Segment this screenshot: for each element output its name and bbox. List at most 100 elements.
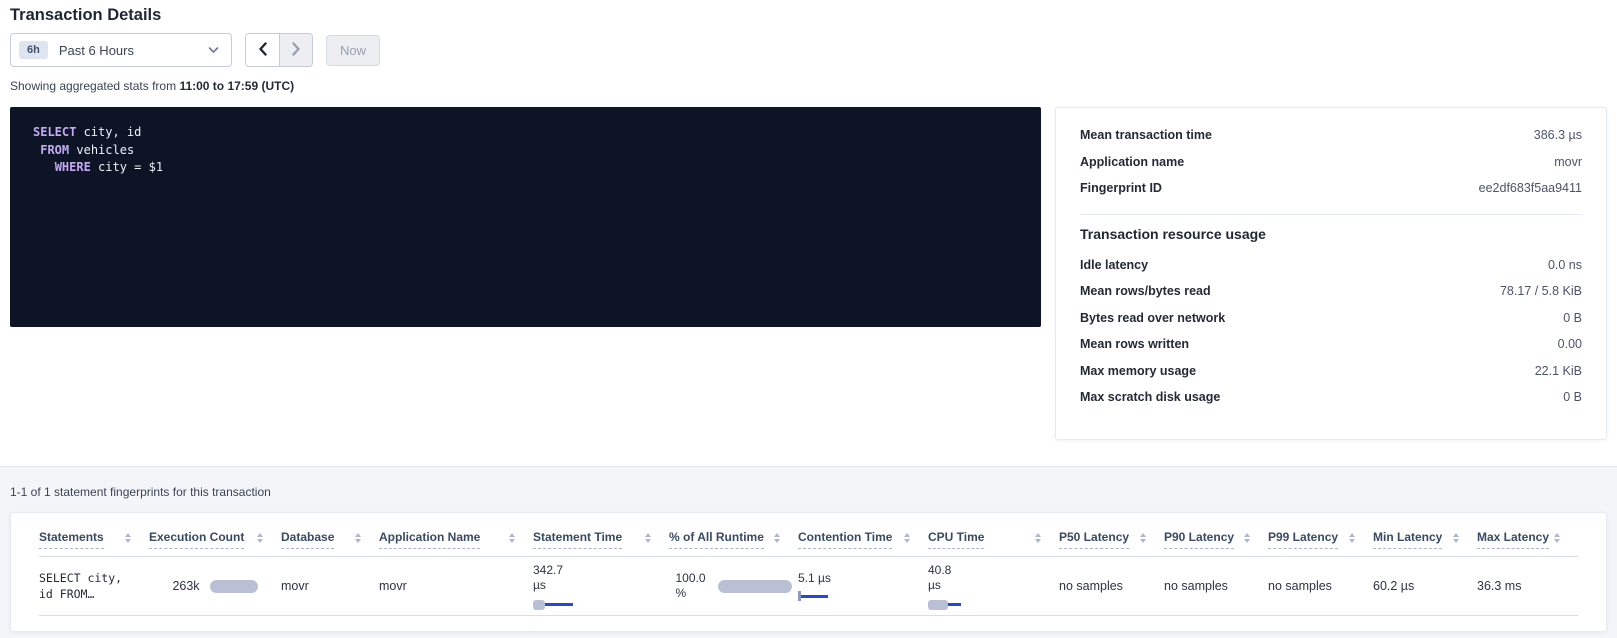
summary-label: Application name	[1080, 155, 1184, 169]
contention-time-cell: 5.1 µs	[798, 557, 928, 615]
next-interval-button[interactable]	[279, 34, 312, 66]
database-value: movr	[281, 579, 379, 593]
percent-runtime-cell: 100.0 %	[669, 557, 798, 615]
cpu-time-value: 40.8	[928, 563, 1059, 578]
column-header-execution-count[interactable]: Execution Count	[149, 530, 281, 556]
cpu-time-bar	[928, 600, 962, 610]
summary-value: 0 B	[1563, 390, 1582, 404]
contention-time-value: 5.1 µs	[798, 571, 928, 586]
p50-latency-cell: no samples	[1059, 557, 1164, 615]
statements-table: Statements Execution Count Database Appl…	[10, 512, 1607, 632]
time-controls: 6h Past 6 Hours Now	[10, 33, 380, 67]
column-header-min-latency[interactable]: Min Latency	[1373, 530, 1477, 556]
chevron-down-icon	[208, 46, 219, 54]
sort-icon[interactable]	[1244, 533, 1250, 547]
percent-runtime-value: 100.0	[675, 571, 705, 586]
now-button[interactable]: Now	[326, 35, 380, 66]
transaction-sql-box: SELECT city, id FROM vehicles WHERE city…	[10, 107, 1041, 327]
summary-row-mean-rows-written: Mean rows written 0.00	[1080, 331, 1582, 358]
p99-latency-cell: no samples	[1268, 557, 1373, 615]
cpu-time-cell: 40.8 µs	[928, 557, 1059, 615]
contention-time-bar	[798, 591, 830, 601]
summary-value: ee2df683f5aa9411	[1479, 181, 1582, 195]
column-header-cpu-time[interactable]: CPU Time	[928, 530, 1059, 556]
column-header-statement-time[interactable]: Statement Time	[533, 530, 669, 556]
summary-label: Fingerprint ID	[1080, 181, 1162, 195]
summary-row-bytes-read-over-network: Bytes read over network 0 B	[1080, 305, 1582, 332]
sql-keyword: SELECT	[33, 125, 76, 139]
summary-label: Mean rows written	[1080, 337, 1189, 351]
column-header-percent-runtime[interactable]: % of All Runtime	[669, 530, 798, 556]
sort-icon[interactable]	[1140, 533, 1146, 547]
summary-value: 78.17 / 5.8 KiB	[1500, 284, 1582, 298]
execution-count-value: 263k	[172, 579, 199, 593]
cpu-time-unit: µs	[928, 578, 1059, 593]
sort-icon[interactable]	[509, 533, 515, 547]
statement-row: SELECT city, id FROM… 263k movr movr 342…	[39, 557, 1578, 616]
transaction-details-page: Transaction Details 6h Past 6 Hours Now …	[0, 0, 1617, 638]
summary-row-mean-rows-bytes-read: Mean rows/bytes read 78.17 / 5.8 KiB	[1080, 278, 1582, 305]
statement-count-text: 1-1 of 1 statement fingerprints for this…	[10, 485, 271, 499]
sql-line: SELECT city, id	[33, 124, 1021, 142]
time-range-badge: 6h	[19, 41, 48, 59]
sort-icon[interactable]	[774, 533, 780, 547]
column-header-p50-latency[interactable]: P50 Latency	[1059, 530, 1164, 556]
application-name-value: movr	[379, 579, 533, 593]
previous-interval-button[interactable]	[246, 34, 279, 66]
column-header-database[interactable]: Database	[281, 530, 379, 556]
sort-icon[interactable]	[257, 533, 263, 547]
summary-value: 0 B	[1563, 311, 1582, 325]
statement-link[interactable]: SELECT city, id FROM…	[39, 557, 149, 615]
sort-icon[interactable]	[1453, 533, 1459, 547]
column-header-statements[interactable]: Statements	[39, 530, 149, 556]
p50-latency-value: no samples	[1059, 579, 1164, 593]
database-cell: movr	[281, 557, 379, 615]
stats-line-range: 11:00 to 17:59 (UTC)	[179, 79, 294, 93]
summary-divider	[1080, 214, 1582, 215]
sort-icon[interactable]	[1035, 533, 1041, 547]
sql-keyword: WHERE	[55, 160, 91, 174]
column-header-contention-time[interactable]: Contention Time	[798, 530, 928, 556]
time-range-label: Past 6 Hours	[59, 43, 208, 58]
max-latency-cell: 36.3 ms	[1477, 557, 1578, 615]
summary-value: movr	[1554, 155, 1582, 169]
execution-count-bar	[210, 580, 258, 593]
stats-line-prefix: Showing aggregated stats from	[10, 79, 179, 93]
sort-icon[interactable]	[355, 533, 361, 547]
summary-label: Idle latency	[1080, 258, 1148, 272]
sort-icon[interactable]	[125, 533, 131, 547]
sql-text: city = $1	[91, 160, 163, 174]
sort-icon[interactable]	[645, 533, 651, 547]
sort-icon[interactable]	[1349, 533, 1355, 547]
summary-row-max-scratch-disk-usage: Max scratch disk usage 0 B	[1080, 384, 1582, 411]
sort-icon[interactable]	[1554, 533, 1560, 547]
column-header-p90-latency[interactable]: P90 Latency	[1164, 530, 1268, 556]
transaction-summary-card: Mean transaction time 386.3 µs Applicati…	[1055, 107, 1607, 440]
sql-text: vehicles	[69, 143, 134, 157]
statements-section: 1-1 of 1 statement fingerprints for this…	[0, 466, 1617, 638]
p90-latency-value: no samples	[1164, 579, 1268, 593]
statement-text-line2: id FROM…	[39, 586, 149, 602]
summary-row-fingerprint-id: Fingerprint ID ee2df683f5aa9411	[1080, 175, 1582, 202]
time-range-dropdown[interactable]: 6h Past 6 Hours	[10, 33, 232, 67]
summary-row-max-memory-usage: Max memory usage 22.1 KiB	[1080, 358, 1582, 385]
summary-label: Mean transaction time	[1080, 128, 1212, 142]
resource-usage-heading: Transaction resource usage	[1080, 226, 1582, 242]
max-latency-value: 36.3 ms	[1477, 579, 1578, 593]
application-name-cell: movr	[379, 557, 533, 615]
sql-keyword: FROM	[40, 143, 69, 157]
summary-row-mean-transaction-time: Mean transaction time 386.3 µs	[1080, 122, 1582, 149]
sql-text: city, id	[76, 125, 141, 139]
column-header-application-name[interactable]: Application Name	[379, 530, 533, 556]
statement-text-line1: SELECT city,	[39, 570, 149, 586]
summary-row-idle-latency: Idle latency 0.0 ns	[1080, 252, 1582, 279]
sql-line: WHERE city = $1	[33, 159, 1021, 177]
statements-table-header: Statements Execution Count Database Appl…	[39, 513, 1578, 557]
column-header-p99-latency[interactable]: P99 Latency	[1268, 530, 1373, 556]
statement-time-cell: 342.7 µs	[533, 557, 669, 615]
summary-label: Bytes read over network	[1080, 311, 1225, 325]
summary-value: 22.1 KiB	[1535, 364, 1582, 378]
summary-row-application-name: Application name movr	[1080, 149, 1582, 176]
sort-icon[interactable]	[904, 533, 910, 547]
column-header-max-latency[interactable]: Max Latency	[1477, 530, 1578, 556]
